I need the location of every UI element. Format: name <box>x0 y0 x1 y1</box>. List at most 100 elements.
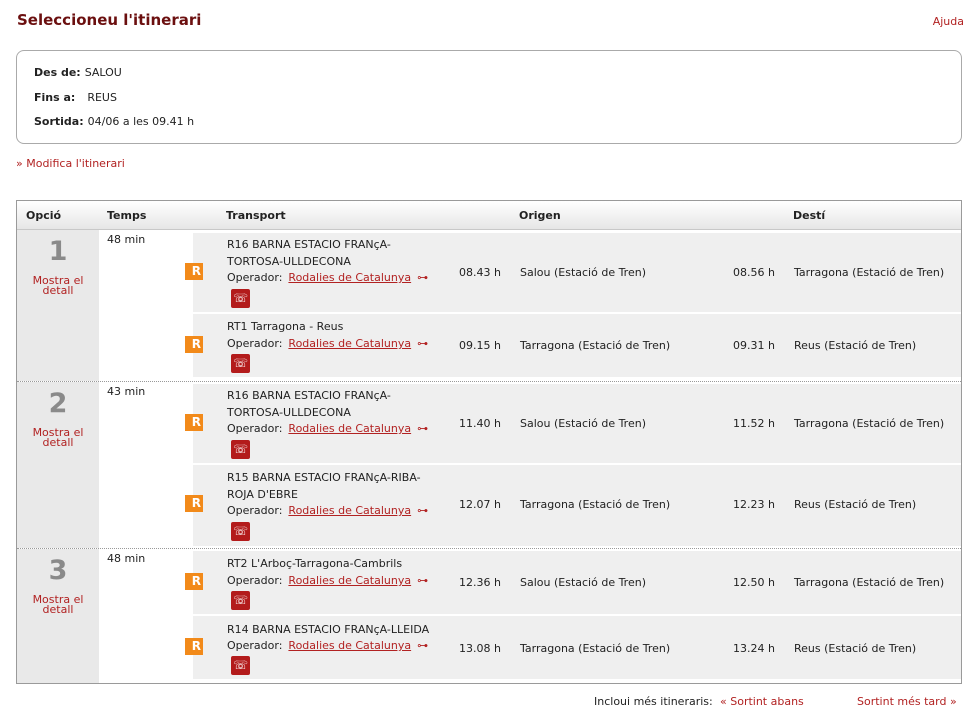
header-transport: Transport <box>226 209 286 222</box>
arrival-time: 12.50 h <box>733 576 775 589</box>
rail-icon: R <box>185 573 203 590</box>
operator-row: Operador: Rodalies de Catalunya ⊶ <box>227 574 428 587</box>
line-name: R15 BARNA ESTACIO FRANçA-RIBA-ROJA D'EBR… <box>227 471 421 501</box>
external-link-icon[interactable]: ⊶ <box>417 639 428 652</box>
to-value: REUS <box>87 91 117 104</box>
operator-link[interactable]: Rodalies de Catalunya <box>288 504 411 517</box>
operator-row: Operador: Rodalies de Catalunya ⊶ <box>227 337 428 350</box>
operator-row: Operador: Rodalies de Catalunya ⊶ <box>227 422 428 435</box>
leg-row: R R14 BARNA ESTACIO FRANçA-LLEIDA Operad… <box>185 614 961 679</box>
to-label: Fins a: <box>34 91 76 104</box>
header-option: Opció <box>26 209 62 222</box>
operator-label: Operador: <box>227 337 283 350</box>
from-value: SALOU <box>84 66 122 79</box>
modify-itinerary-link[interactable]: » Modifica l'itinerari <box>16 157 125 170</box>
phone-icon[interactable]: ☏ <box>231 522 250 541</box>
header-origin: Origen <box>519 209 561 222</box>
option-number: 2 <box>48 388 68 419</box>
line-name: R16 BARNA ESTACIO FRANçA-TORTOSA-ULLDECO… <box>227 238 391 268</box>
line-name: R14 BARNA ESTACIO FRANçA-LLEIDA <box>227 623 430 636</box>
option-number: 1 <box>48 236 68 267</box>
more-itineraries-label: Incloui més itineraris: <box>594 695 713 708</box>
destination-station: Reus (Estació de Tren) <box>794 339 917 352</box>
option-row: 1 Mostra el detall 48 min R R16 BARNA ES… <box>17 230 961 382</box>
phone-icon[interactable]: ☏ <box>231 354 250 373</box>
duration-cell: 48 min <box>99 549 193 683</box>
destination-station: Tarragona (Estació de Tren) <box>794 417 945 430</box>
operator-link[interactable]: Rodalies de Catalunya <box>288 271 411 284</box>
origin-station: Tarragona (Estació de Tren) <box>520 642 671 655</box>
departure-label: Sortida: <box>34 115 84 128</box>
option-row: 2 Mostra el detall 43 min R R16 BARNA ES… <box>17 382 961 549</box>
arrival-time: 12.23 h <box>733 498 775 511</box>
phone-icon[interactable]: ☏ <box>231 656 250 675</box>
show-detail-link[interactable]: Mostra el detall <box>17 275 99 296</box>
departure-time: 09.15 h <box>459 339 501 352</box>
departure-time: 12.36 h <box>459 576 501 589</box>
option-number: 3 <box>48 555 68 586</box>
operator-label: Operador: <box>227 422 283 435</box>
duration: 43 min <box>107 385 146 398</box>
operator-row: Operador: Rodalies de Catalunya ⊶ <box>227 504 428 517</box>
duration: 48 min <box>107 552 146 565</box>
departure-time: 12.07 h <box>459 498 501 511</box>
duration: 48 min <box>107 233 146 246</box>
show-detail-link[interactable]: Mostra el detall <box>17 427 99 448</box>
phone-icon[interactable]: ☏ <box>231 289 250 308</box>
departure-value: 04/06 a les 09.41 h <box>87 115 195 128</box>
destination-station: Reus (Estació de Tren) <box>794 498 917 511</box>
earlier-departures-link[interactable]: « Sortint abans <box>720 695 804 708</box>
table-header: Opció Temps Transport Origen Destí <box>17 201 961 230</box>
origin-station: Salou (Estació de Tren) <box>520 266 646 279</box>
rail-icon: R <box>185 263 203 280</box>
header-destination: Destí <box>793 209 826 222</box>
results-table: Opció Temps Transport Origen Destí 1 Mos… <box>16 200 962 684</box>
arrival-time: 11.52 h <box>733 417 775 430</box>
line-name: RT2 L'Arboç-Tarragona-Cambrils <box>227 557 403 570</box>
leg-row: R RT2 L'Arboç-Tarragona-Cambrils Operado… <box>185 551 961 614</box>
origin-station: Tarragona (Estació de Tren) <box>520 339 671 352</box>
from-label: Des de: <box>34 66 81 79</box>
phone-icon[interactable]: ☏ <box>231 591 250 610</box>
rail-icon: R <box>185 336 203 353</box>
external-link-icon[interactable]: ⊶ <box>417 574 428 587</box>
phone-icon[interactable]: ☏ <box>231 440 250 459</box>
option-cell: 2 Mostra el detall <box>17 382 99 548</box>
destination-station: Tarragona (Estació de Tren) <box>794 266 945 279</box>
operator-link[interactable]: Rodalies de Catalunya <box>288 337 411 350</box>
summary-to: Fins a: REUS <box>34 91 117 104</box>
external-link-icon[interactable]: ⊶ <box>417 422 428 435</box>
arrival-time: 08.56 h <box>733 266 775 279</box>
help-link[interactable]: Ajuda <box>933 15 964 28</box>
option-cell: 1 Mostra el detall <box>17 230 99 381</box>
arrival-time: 09.31 h <box>733 339 775 352</box>
page-title: Seleccioneu l'itinerari <box>17 11 202 29</box>
external-link-icon[interactable]: ⊶ <box>417 271 428 284</box>
operator-link[interactable]: Rodalies de Catalunya <box>288 574 411 587</box>
origin-station: Salou (Estació de Tren) <box>520 576 646 589</box>
operator-label: Operador: <box>227 504 283 517</box>
operator-link[interactable]: Rodalies de Catalunya <box>288 422 411 435</box>
arrival-time: 13.24 h <box>733 642 775 655</box>
departure-time: 13.08 h <box>459 642 501 655</box>
duration-cell: 43 min <box>99 382 193 548</box>
origin-station: Tarragona (Estació de Tren) <box>520 498 671 511</box>
destination-station: Reus (Estació de Tren) <box>794 642 917 655</box>
operator-row: Operador: Rodalies de Catalunya ⊶ <box>227 271 428 284</box>
show-detail-link[interactable]: Mostra el detall <box>17 594 99 615</box>
line-name: R16 BARNA ESTACIO FRANçA-TORTOSA-ULLDECO… <box>227 389 391 419</box>
leg-row: R R15 BARNA ESTACIO FRANçA-RIBA-ROJA D'E… <box>185 463 961 546</box>
operator-label: Operador: <box>227 639 283 652</box>
external-link-icon[interactable]: ⊶ <box>417 504 428 517</box>
itinerary-summary: Des de: SALOU Fins a: REUS Sortida: 04/06 a… <box>16 50 962 144</box>
external-link-icon[interactable]: ⊶ <box>417 337 428 350</box>
departure-time: 08.43 h <box>459 266 501 279</box>
leg-row: R R16 BARNA ESTACIO FRANçA-TORTOSA-ULLDE… <box>185 384 961 463</box>
header-time: Temps <box>107 209 147 222</box>
operator-label: Operador: <box>227 271 283 284</box>
later-departures-link[interactable]: Sortint més tard » <box>857 695 957 708</box>
operator-label: Operador: <box>227 574 283 587</box>
summary-departure: Sortida: 04/06 a les 09.41 h <box>34 115 194 128</box>
operator-link[interactable]: Rodalies de Catalunya <box>288 639 411 652</box>
operator-row: Operador: Rodalies de Catalunya ⊶ <box>227 639 428 652</box>
